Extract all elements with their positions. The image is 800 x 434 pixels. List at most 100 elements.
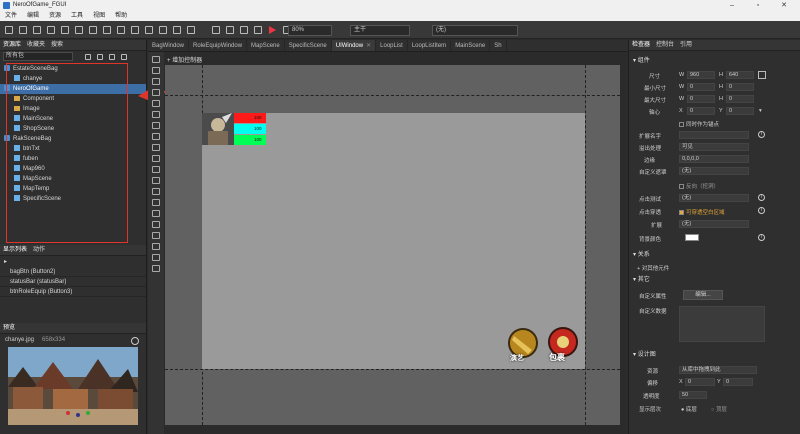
doc-tab[interactable]: RoleEquipWindow <box>189 40 248 51</box>
menu-resource[interactable]: 资源 <box>44 11 66 21</box>
doc-tab[interactable]: SpecificScene <box>285 40 332 51</box>
export-icon[interactable] <box>47 26 55 34</box>
open-icon[interactable] <box>19 26 27 34</box>
combo-tool-icon[interactable] <box>152 199 160 206</box>
tree-item[interactable]: Map960 <box>0 164 146 174</box>
zoom-select[interactable]: 80% <box>288 25 332 36</box>
settings-icon[interactable] <box>254 26 262 34</box>
display-list-item[interactable]: statusBar (statusBar) <box>0 277 146 287</box>
image-tool-icon[interactable] <box>152 100 160 107</box>
richtext-tool-icon[interactable] <box>152 89 160 96</box>
section-component[interactable]: ▾ 组件 <box>633 56 650 66</box>
maximize-button[interactable]: ▫ <box>748 0 768 11</box>
hero-avatar[interactable] <box>202 113 234 145</box>
tree-item[interactable]: Component <box>0 94 146 104</box>
component-icon[interactable] <box>103 26 111 34</box>
component-tool-icon[interactable] <box>152 265 160 272</box>
tree-item[interactable]: SpecificScene <box>0 194 146 204</box>
extend-select[interactable]: (无) <box>679 220 749 228</box>
preview-settings-icon[interactable] <box>131 337 139 345</box>
info-icon[interactable]: i <box>758 131 765 138</box>
mask-input[interactable]: (无) <box>679 167 749 175</box>
progress-tool-icon[interactable] <box>152 210 160 217</box>
opaque-checkbox[interactable]: 可穿透空白区域 <box>679 208 725 216</box>
hand2-tool-icon[interactable] <box>152 166 160 173</box>
text-icon[interactable] <box>117 26 125 34</box>
doc-tab[interactable]: UIWindow ✕ <box>331 40 377 51</box>
min-h-input[interactable]: 0 <box>726 83 754 91</box>
hittest-info-icon[interactable]: i <box>758 194 765 201</box>
close-tab-icon[interactable]: ✕ <box>366 40 371 51</box>
save-icon[interactable] <box>212 26 220 34</box>
tree-item[interactable]: MapTemp <box>0 184 146 194</box>
tree-item[interactable]: RakSceneBag <box>0 134 146 144</box>
close-button[interactable]: ✕ <box>774 0 794 11</box>
menu-help[interactable]: 帮助 <box>110 11 132 21</box>
image-icon[interactable] <box>145 26 153 34</box>
slider-tool-icon[interactable] <box>152 221 160 228</box>
stack-icon[interactable] <box>187 26 195 34</box>
max-w-input[interactable]: 0 <box>687 95 715 103</box>
tree-icon[interactable] <box>109 53 115 60</box>
tree-tool-icon[interactable] <box>152 254 160 261</box>
pivot-y-input[interactable]: 0 <box>726 107 754 115</box>
overflow-select[interactable]: 可见 <box>679 143 749 151</box>
tree-item[interactable]: MainScene <box>0 114 146 124</box>
list-tool-icon[interactable] <box>152 111 160 118</box>
send-icon[interactable] <box>240 26 248 34</box>
tree-item[interactable]: fuben <box>0 154 146 164</box>
section-other[interactable]: ▾ 其它 <box>633 275 650 285</box>
tree-item[interactable]: btnTxt <box>0 144 146 154</box>
graph-tool-icon[interactable] <box>152 133 160 140</box>
show-button[interactable]: 演艺 <box>506 326 540 364</box>
tab-inspector[interactable]: 检查器 <box>629 40 653 51</box>
add-relation-button[interactable]: + 对其他元件 <box>637 264 669 272</box>
import-icon[interactable] <box>33 26 41 34</box>
margin-input[interactable]: 0,0,0,0 <box>679 155 749 163</box>
minimize-button[interactable]: – <box>722 0 742 11</box>
select-tool-icon[interactable] <box>152 56 160 63</box>
tab-preview[interactable]: 预览 <box>0 323 18 334</box>
pivot-anchor-checkbox[interactable]: 同时作为锚点 <box>679 120 719 128</box>
menu-edit[interactable]: 编辑 <box>22 11 44 21</box>
doc-tab[interactable]: LoopList <box>376 40 408 51</box>
pivot-x-input[interactable]: 0 <box>687 107 715 115</box>
doc-tab[interactable]: BagWindow <box>148 40 190 51</box>
section-relation[interactable]: ▾ 关系 <box>633 250 650 260</box>
align-icon[interactable] <box>159 26 167 34</box>
add-icon[interactable] <box>97 53 103 60</box>
tree-item[interactable]: MapScene <box>0 174 146 184</box>
condition-select[interactable]: (无) <box>432 25 518 36</box>
edit-custom-prop-button[interactable]: 编辑... <box>683 290 723 300</box>
size-h-input[interactable]: 640 <box>726 71 754 79</box>
hand-tool-icon[interactable] <box>152 67 160 74</box>
opaque-info-icon[interactable]: i <box>758 207 765 214</box>
input-tool-icon[interactable] <box>152 177 160 184</box>
custom-data-textarea[interactable] <box>679 306 765 342</box>
play-icon[interactable] <box>269 26 276 34</box>
add-controller-button[interactable]: + 增加控制器 <box>167 55 202 64</box>
refresh-icon[interactable] <box>85 53 91 60</box>
doc-tab[interactable]: Sh <box>490 40 507 51</box>
loader-tool-icon[interactable] <box>152 144 160 151</box>
bg-info-icon[interactable]: i <box>758 234 765 241</box>
new-icon[interactable] <box>5 26 13 34</box>
bg-color-swatch[interactable] <box>685 234 699 241</box>
fullscreen-icon[interactable] <box>758 71 766 79</box>
button-tool-icon[interactable] <box>152 188 160 195</box>
menu-view[interactable]: 视图 <box>88 11 110 21</box>
scroll-tool-icon[interactable] <box>152 232 160 239</box>
tab-console[interactable]: 控制台 <box>653 40 677 51</box>
section-design[interactable]: ▾ 设计图 <box>633 350 656 360</box>
doc-tab[interactable]: MainScene <box>451 40 491 51</box>
publish-icon[interactable] <box>61 26 69 34</box>
size-w-input[interactable]: 960 <box>687 71 715 79</box>
tree-item[interactable]: chanye <box>0 74 146 84</box>
tool-icon[interactable] <box>75 26 83 34</box>
extension-input[interactable] <box>679 131 749 139</box>
menu-tools[interactable]: 工具 <box>66 11 88 21</box>
display-list-item[interactable]: bagBtn (Button2) <box>0 267 146 277</box>
design-res-input[interactable]: 从库中拖拽到此 <box>679 366 757 374</box>
save-all-icon[interactable] <box>226 26 234 34</box>
pivot-dropdown-icon[interactable]: ▾ <box>759 108 762 114</box>
